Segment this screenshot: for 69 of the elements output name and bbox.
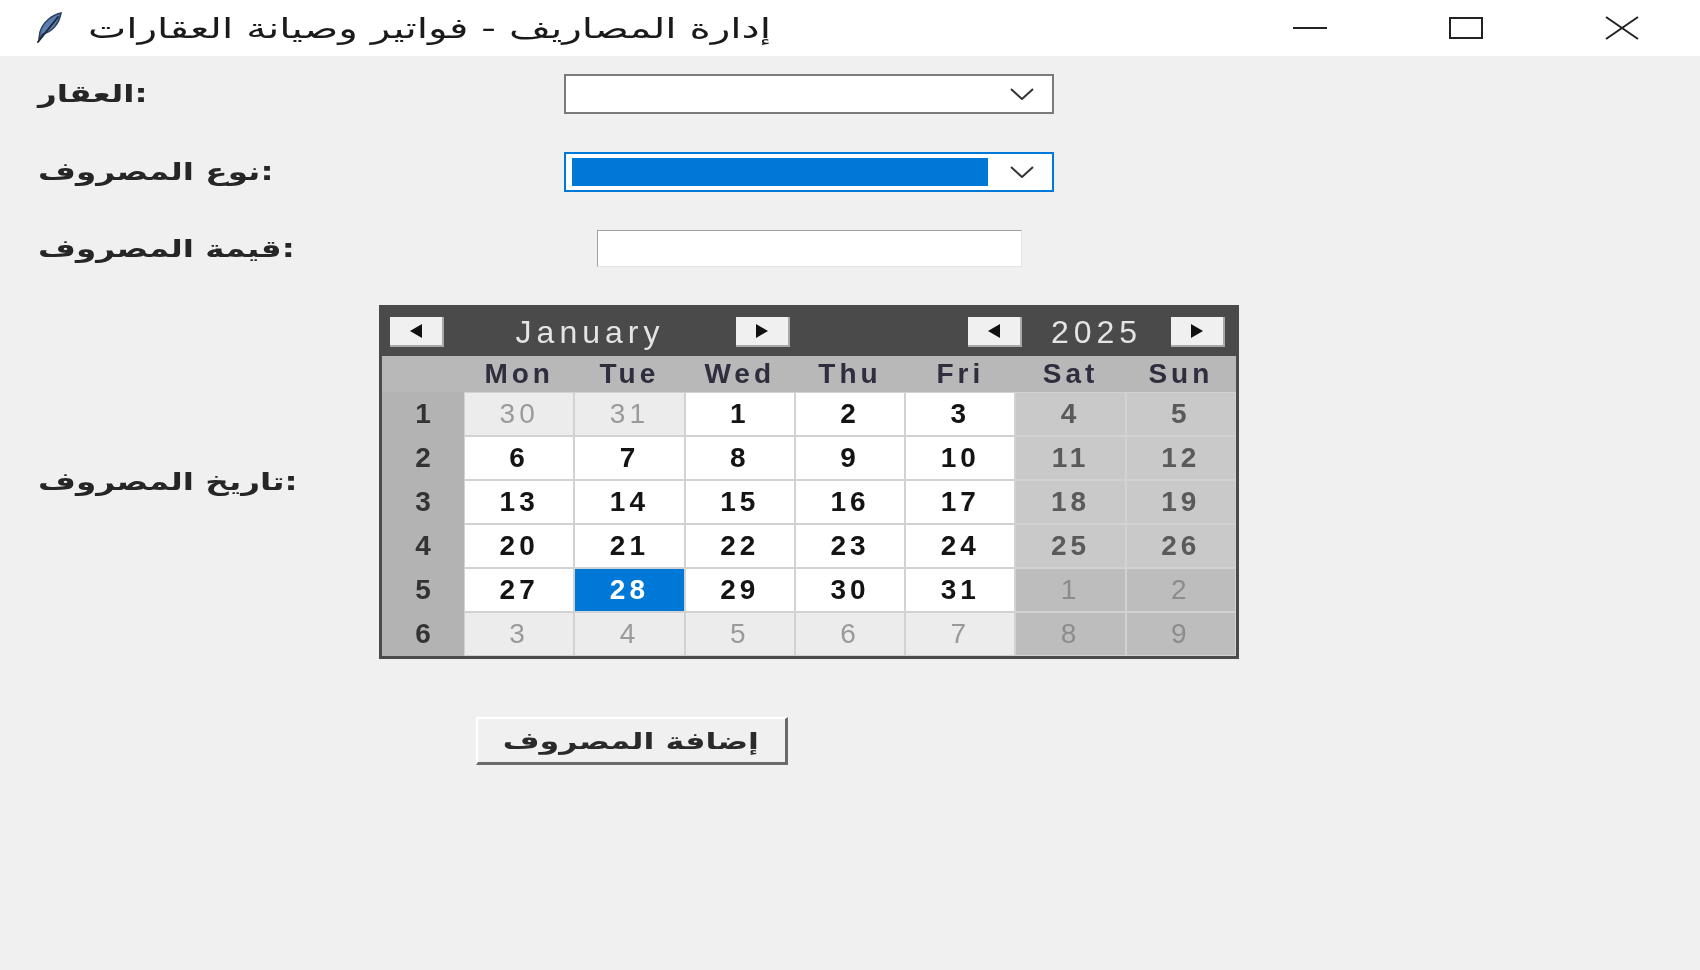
field-label: العقار: — [38, 80, 148, 108]
window-title: إدارة المصاريف - فواتير وصيانة العقارات — [88, 11, 771, 45]
weekday-label: Sun — [1147, 357, 1215, 391]
month-label: January — [514, 313, 666, 351]
day-cell[interactable]: 31 — [905, 568, 1016, 612]
day-cell[interactable]: 22 — [684, 524, 795, 568]
day-cell[interactable]: 11 — [1015, 436, 1126, 480]
weekday-label: Tue — [598, 357, 661, 391]
previous-month-button[interactable] — [390, 317, 444, 347]
right-triangle-icon — [756, 324, 768, 338]
weekday-label: Sat — [1041, 357, 1100, 391]
day-cell[interactable]: 27 — [464, 568, 575, 612]
day-cell[interactable]: 17 — [905, 480, 1016, 524]
combobox[interactable] — [564, 74, 1054, 114]
field-label: نوع المصروف: — [38, 158, 274, 186]
day-cell[interactable]: 16 — [794, 480, 906, 524]
day-cell[interactable]: 28 — [574, 568, 685, 612]
day-cell[interactable]: 23 — [794, 524, 906, 568]
day-cell[interactable]: 9 — [794, 436, 906, 480]
input-field[interactable] — [596, 230, 1022, 267]
chevron-down-icon — [1010, 166, 1034, 178]
day-cell[interactable]: 14 — [574, 480, 685, 524]
maximize-icon — [1449, 17, 1483, 39]
day-cell[interactable]: 15 — [684, 480, 795, 524]
field-label: قيمة المصروف: — [38, 234, 295, 263]
chevron-down-icon — [1010, 88, 1034, 100]
next-month-button[interactable] — [736, 317, 790, 347]
day-cell[interactable]: 1 — [684, 392, 795, 436]
day-cell[interactable]: 8 — [684, 436, 795, 480]
day-cell[interactable]: 6 — [464, 436, 575, 480]
next-year-button[interactable] — [1171, 317, 1225, 347]
previous-year-button[interactable] — [968, 317, 1022, 347]
left-triangle-icon — [410, 324, 422, 338]
day-cell[interactable]: 10 — [905, 436, 1016, 480]
day-cell[interactable]: 2 — [794, 392, 906, 436]
weekday-label: Wed — [703, 357, 776, 391]
day-cell[interactable]: 26 — [1125, 524, 1236, 568]
year-label: 2025 — [1049, 313, 1144, 351]
add-expense-button[interactable]: إضافة المصروف — [475, 717, 788, 765]
weekday-label: Mon — [483, 357, 555, 391]
day-cell[interactable]: 20 — [464, 524, 575, 568]
day-cell[interactable]: 7 — [574, 436, 685, 480]
day-cell[interactable]: 29 — [684, 568, 795, 612]
feather-icon — [34, 12, 64, 44]
week-number: 6 — [382, 612, 464, 656]
week-number: 3 — [382, 480, 464, 524]
minimize-icon — [1293, 27, 1327, 29]
left-triangle-icon — [988, 324, 1000, 338]
day-cell[interactable]: 13 — [464, 480, 575, 524]
combobox[interactable] — [564, 152, 1054, 192]
week-number: 1 — [382, 392, 464, 436]
day-cell[interactable]: 25 — [1015, 524, 1126, 568]
day-cell[interactable]: 12 — [1125, 436, 1236, 480]
close-icon — [1605, 16, 1639, 40]
week-number: 2 — [382, 436, 464, 480]
day-cell[interactable]: 4 — [1015, 392, 1126, 436]
right-triangle-icon — [1191, 324, 1203, 338]
day-cell[interactable]: 21 — [574, 524, 685, 568]
day-cell[interactable]: 24 — [905, 524, 1016, 568]
day-cell[interactable]: 19 — [1125, 480, 1236, 524]
weekday-label: Thu — [817, 357, 883, 391]
week-number: 4 — [382, 524, 464, 568]
day-cell[interactable]: 30 — [794, 568, 906, 612]
day-cell[interactable]: 18 — [1015, 480, 1126, 524]
day-cell[interactable]: 5 — [1125, 392, 1236, 436]
day-cell[interactable]: 3 — [905, 392, 1016, 436]
weekday-label: Fri — [935, 357, 986, 391]
week-number: 5 — [382, 568, 464, 612]
field-label: تاريخ المصروف: — [38, 468, 298, 496]
